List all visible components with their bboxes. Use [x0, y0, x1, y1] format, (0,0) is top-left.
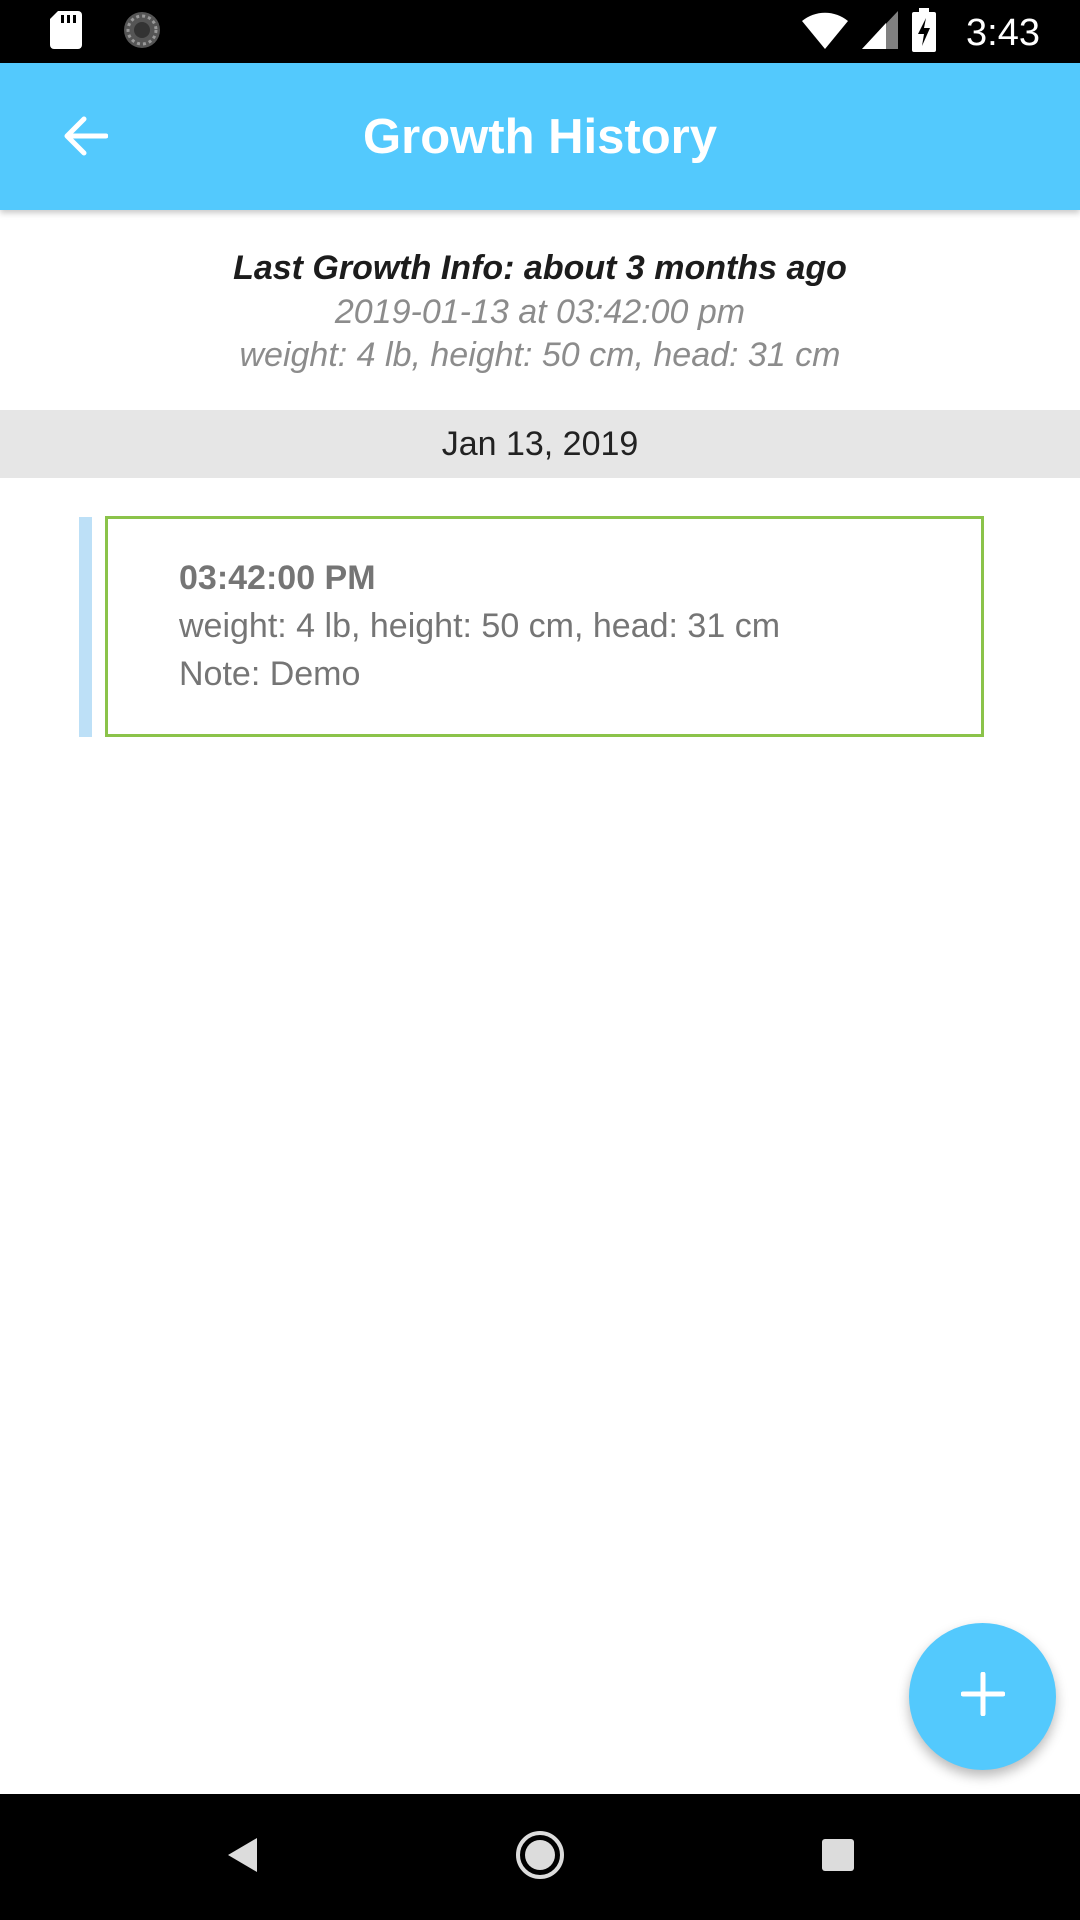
page-title: Growth History	[363, 109, 717, 164]
status-bar: 3:43	[0, 0, 1080, 63]
entry-time: 03:42:00 PM	[179, 559, 376, 597]
sync-icon	[122, 10, 162, 55]
last-growth-summary: Last Growth Info: about 3 months ago 201…	[0, 245, 1080, 377]
nav-back-button[interactable]	[207, 1822, 277, 1892]
add-growth-button[interactable]	[909, 1623, 1056, 1770]
wifi-icon	[802, 11, 849, 54]
nav-home-button[interactable]	[505, 1822, 575, 1892]
home-circle-icon	[515, 1830, 565, 1885]
entry-measurements: weight: 4 lb, height: 50 cm, head: 31 cm	[179, 607, 781, 645]
growth-entry-card[interactable]: 03:42:00 PM weight: 4 lb, height: 50 cm,…	[105, 516, 984, 737]
status-time: 3:43	[966, 11, 1040, 54]
sd-card-icon	[50, 11, 82, 54]
summary-datetime: 2019-01-13 at 03:42:00 pm	[334, 293, 746, 331]
date-section-header: Jan 13, 2019	[0, 410, 1080, 478]
screen: 3:43 Growth History Last Growth Info: ab…	[0, 0, 1080, 1920]
plus-icon	[960, 1671, 1005, 1721]
nav-recents-button[interactable]	[803, 1822, 873, 1892]
signal-icon	[862, 11, 899, 54]
back-triangle-icon	[225, 1836, 259, 1879]
entry-accent-bar	[79, 517, 92, 737]
system-nav-bar	[0, 1794, 1080, 1920]
summary-title: Last Growth Info: about 3 months ago	[233, 249, 847, 287]
app-bar: Growth History	[0, 63, 1080, 210]
summary-measurements: weight: 4 lb, height: 50 cm, head: 31 cm	[239, 336, 841, 374]
recents-square-icon	[821, 1838, 855, 1877]
battery-charging-icon	[912, 8, 937, 57]
entry-note: Note: Demo	[179, 655, 361, 693]
